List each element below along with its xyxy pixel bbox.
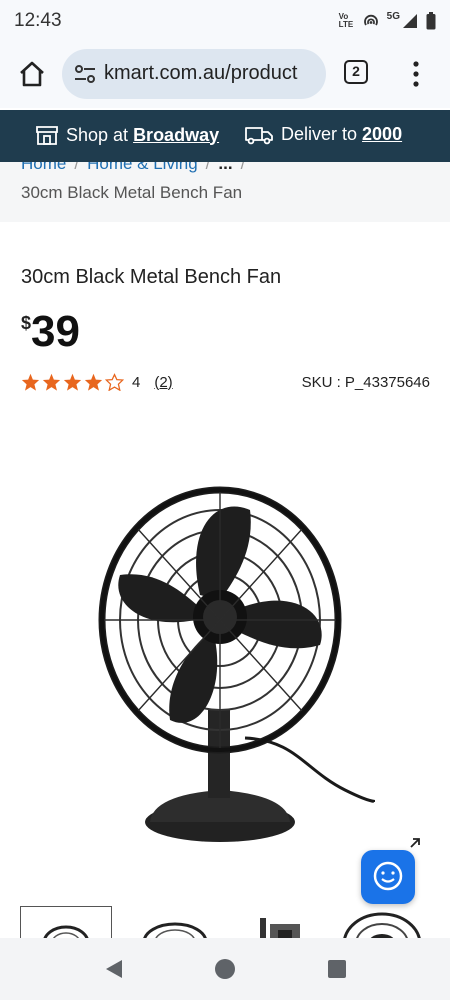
- expand-icon[interactable]: [408, 836, 422, 850]
- breadcrumb-current: 30cm Black Metal Bench Fan: [21, 183, 243, 202]
- star-icon: [21, 373, 40, 391]
- price-amount: 39: [31, 307, 80, 356]
- review-count[interactable]: (2): [154, 374, 172, 391]
- breadcrumb-separator: /: [205, 162, 211, 173]
- tabs-button[interactable]: 2: [344, 60, 368, 84]
- breadcrumb: Home / Home & Living /... / 30cm Black Metal…: [0, 162, 450, 222]
- product-rating[interactable]: 4 (2): [21, 373, 173, 391]
- tune-icon[interactable]: [74, 64, 96, 84]
- status-bar: 12:43 Vo LTE 5G: [0, 0, 450, 42]
- truck-icon: [245, 126, 273, 144]
- system-nav-bar: [0, 938, 450, 1000]
- address-bar[interactable]: kmart.com.au/product: [62, 49, 326, 99]
- postcode[interactable]: 2000: [362, 124, 402, 144]
- rating-value: 4: [132, 373, 141, 391]
- signal-icon: [403, 14, 417, 28]
- battery-icon: [426, 12, 436, 30]
- star-icon: [63, 373, 82, 391]
- chat-button[interactable]: [361, 850, 415, 904]
- recents-icon[interactable]: [327, 959, 347, 979]
- thumbnail-4[interactable]: [342, 906, 434, 938]
- product-image[interactable]: [75, 470, 375, 860]
- shop-at-store[interactable]: Shop at Broadway: [36, 124, 219, 146]
- home-icon[interactable]: [16, 58, 48, 90]
- chat-icon: [373, 861, 403, 902]
- network-type: 5G: [386, 10, 400, 22]
- star-outline-icon: [105, 373, 124, 391]
- breadcrumb-links: Home / Home & Living /... /: [21, 162, 253, 174]
- status-time: 12:43: [14, 10, 62, 31]
- home-nav-icon[interactable]: [214, 958, 236, 980]
- breadcrumb-separator: /: [74, 162, 80, 173]
- url-text[interactable]: kmart.com.au/product: [104, 62, 320, 85]
- store-bar: Shop at Broadway Deliver to 2000: [0, 110, 450, 162]
- more-vert-icon[interactable]: [410, 60, 422, 88]
- product-sku: SKU : P_43375646: [301, 374, 430, 391]
- hotspot-icon: [363, 14, 378, 26]
- browser-toolbar: kmart.com.au/product 2: [0, 42, 450, 108]
- shop-label: Shop at Broadway: [66, 124, 220, 145]
- breadcrumb-more[interactable]: ...: [218, 162, 232, 173]
- price-currency: $: [21, 313, 32, 333]
- breadcrumb-home[interactable]: Home: [21, 162, 66, 173]
- star-icon: [42, 373, 61, 391]
- volte-icon: Vo LTE: [338, 12, 354, 29]
- breadcrumb-separator: /: [240, 162, 246, 173]
- star-icon: [84, 373, 103, 391]
- store-icon: [36, 126, 58, 145]
- thumbnail-2[interactable]: [132, 906, 224, 938]
- breadcrumb-home-living[interactable]: Home & Living: [87, 162, 198, 173]
- store-name[interactable]: Broadway: [133, 125, 219, 145]
- thumbnail-strip: [20, 906, 450, 938]
- product-title: 30cm Black Metal Bench Fan: [21, 266, 282, 288]
- back-icon[interactable]: [104, 958, 124, 980]
- status-icons: Vo LTE 5G: [338, 10, 436, 30]
- product-price: $39: [21, 307, 80, 357]
- deliver-to[interactable]: Deliver to 2000: [245, 124, 402, 145]
- deliver-label: Deliver to 2000: [281, 124, 403, 144]
- thumbnail-1[interactable]: [20, 906, 112, 938]
- thumbnail-3[interactable]: [248, 906, 340, 938]
